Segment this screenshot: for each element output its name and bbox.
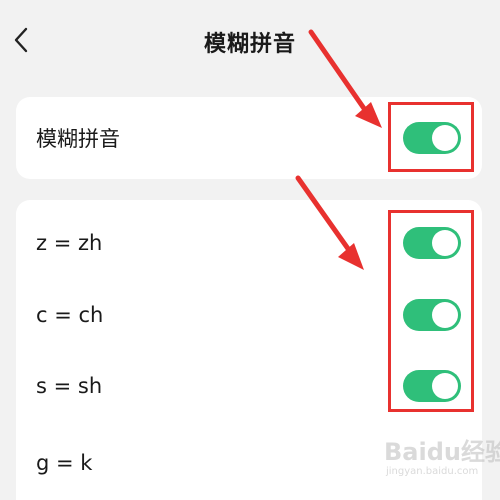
rule-toggle-s-sh[interactable] xyxy=(403,370,461,402)
rule-row-z-zh: z = zh xyxy=(16,208,482,278)
page-title: 模糊拼音 xyxy=(203,32,296,57)
rule-label: g = k xyxy=(36,451,93,475)
toggle-knob xyxy=(432,373,458,399)
toggle-knob xyxy=(432,125,458,151)
rule-label: s = sh xyxy=(36,374,103,398)
toggle-knob xyxy=(432,302,458,328)
fuzzy-rules-card: z = zh c = ch s = sh g = k xyxy=(16,200,482,500)
fuzzy-pinyin-row: 模糊拼音 xyxy=(16,103,482,173)
rule-label: c = ch xyxy=(36,303,104,327)
rule-label: z = zh xyxy=(36,231,103,255)
rule-row-c-ch: c = ch xyxy=(16,280,482,350)
rule-row-g-k[interactable]: g = k xyxy=(16,428,482,498)
fuzzy-pinyin-label: 模糊拼音 xyxy=(36,127,120,151)
rule-toggle-z-zh[interactable] xyxy=(403,227,461,259)
toggle-knob xyxy=(432,230,458,256)
rule-row-s-sh: s = sh xyxy=(16,351,482,421)
fuzzy-pinyin-main-card: 模糊拼音 xyxy=(16,97,482,179)
header: 模糊拼音 xyxy=(0,0,500,84)
rule-toggle-c-ch[interactable] xyxy=(403,299,461,331)
fuzzy-pinyin-toggle[interactable] xyxy=(403,122,461,154)
